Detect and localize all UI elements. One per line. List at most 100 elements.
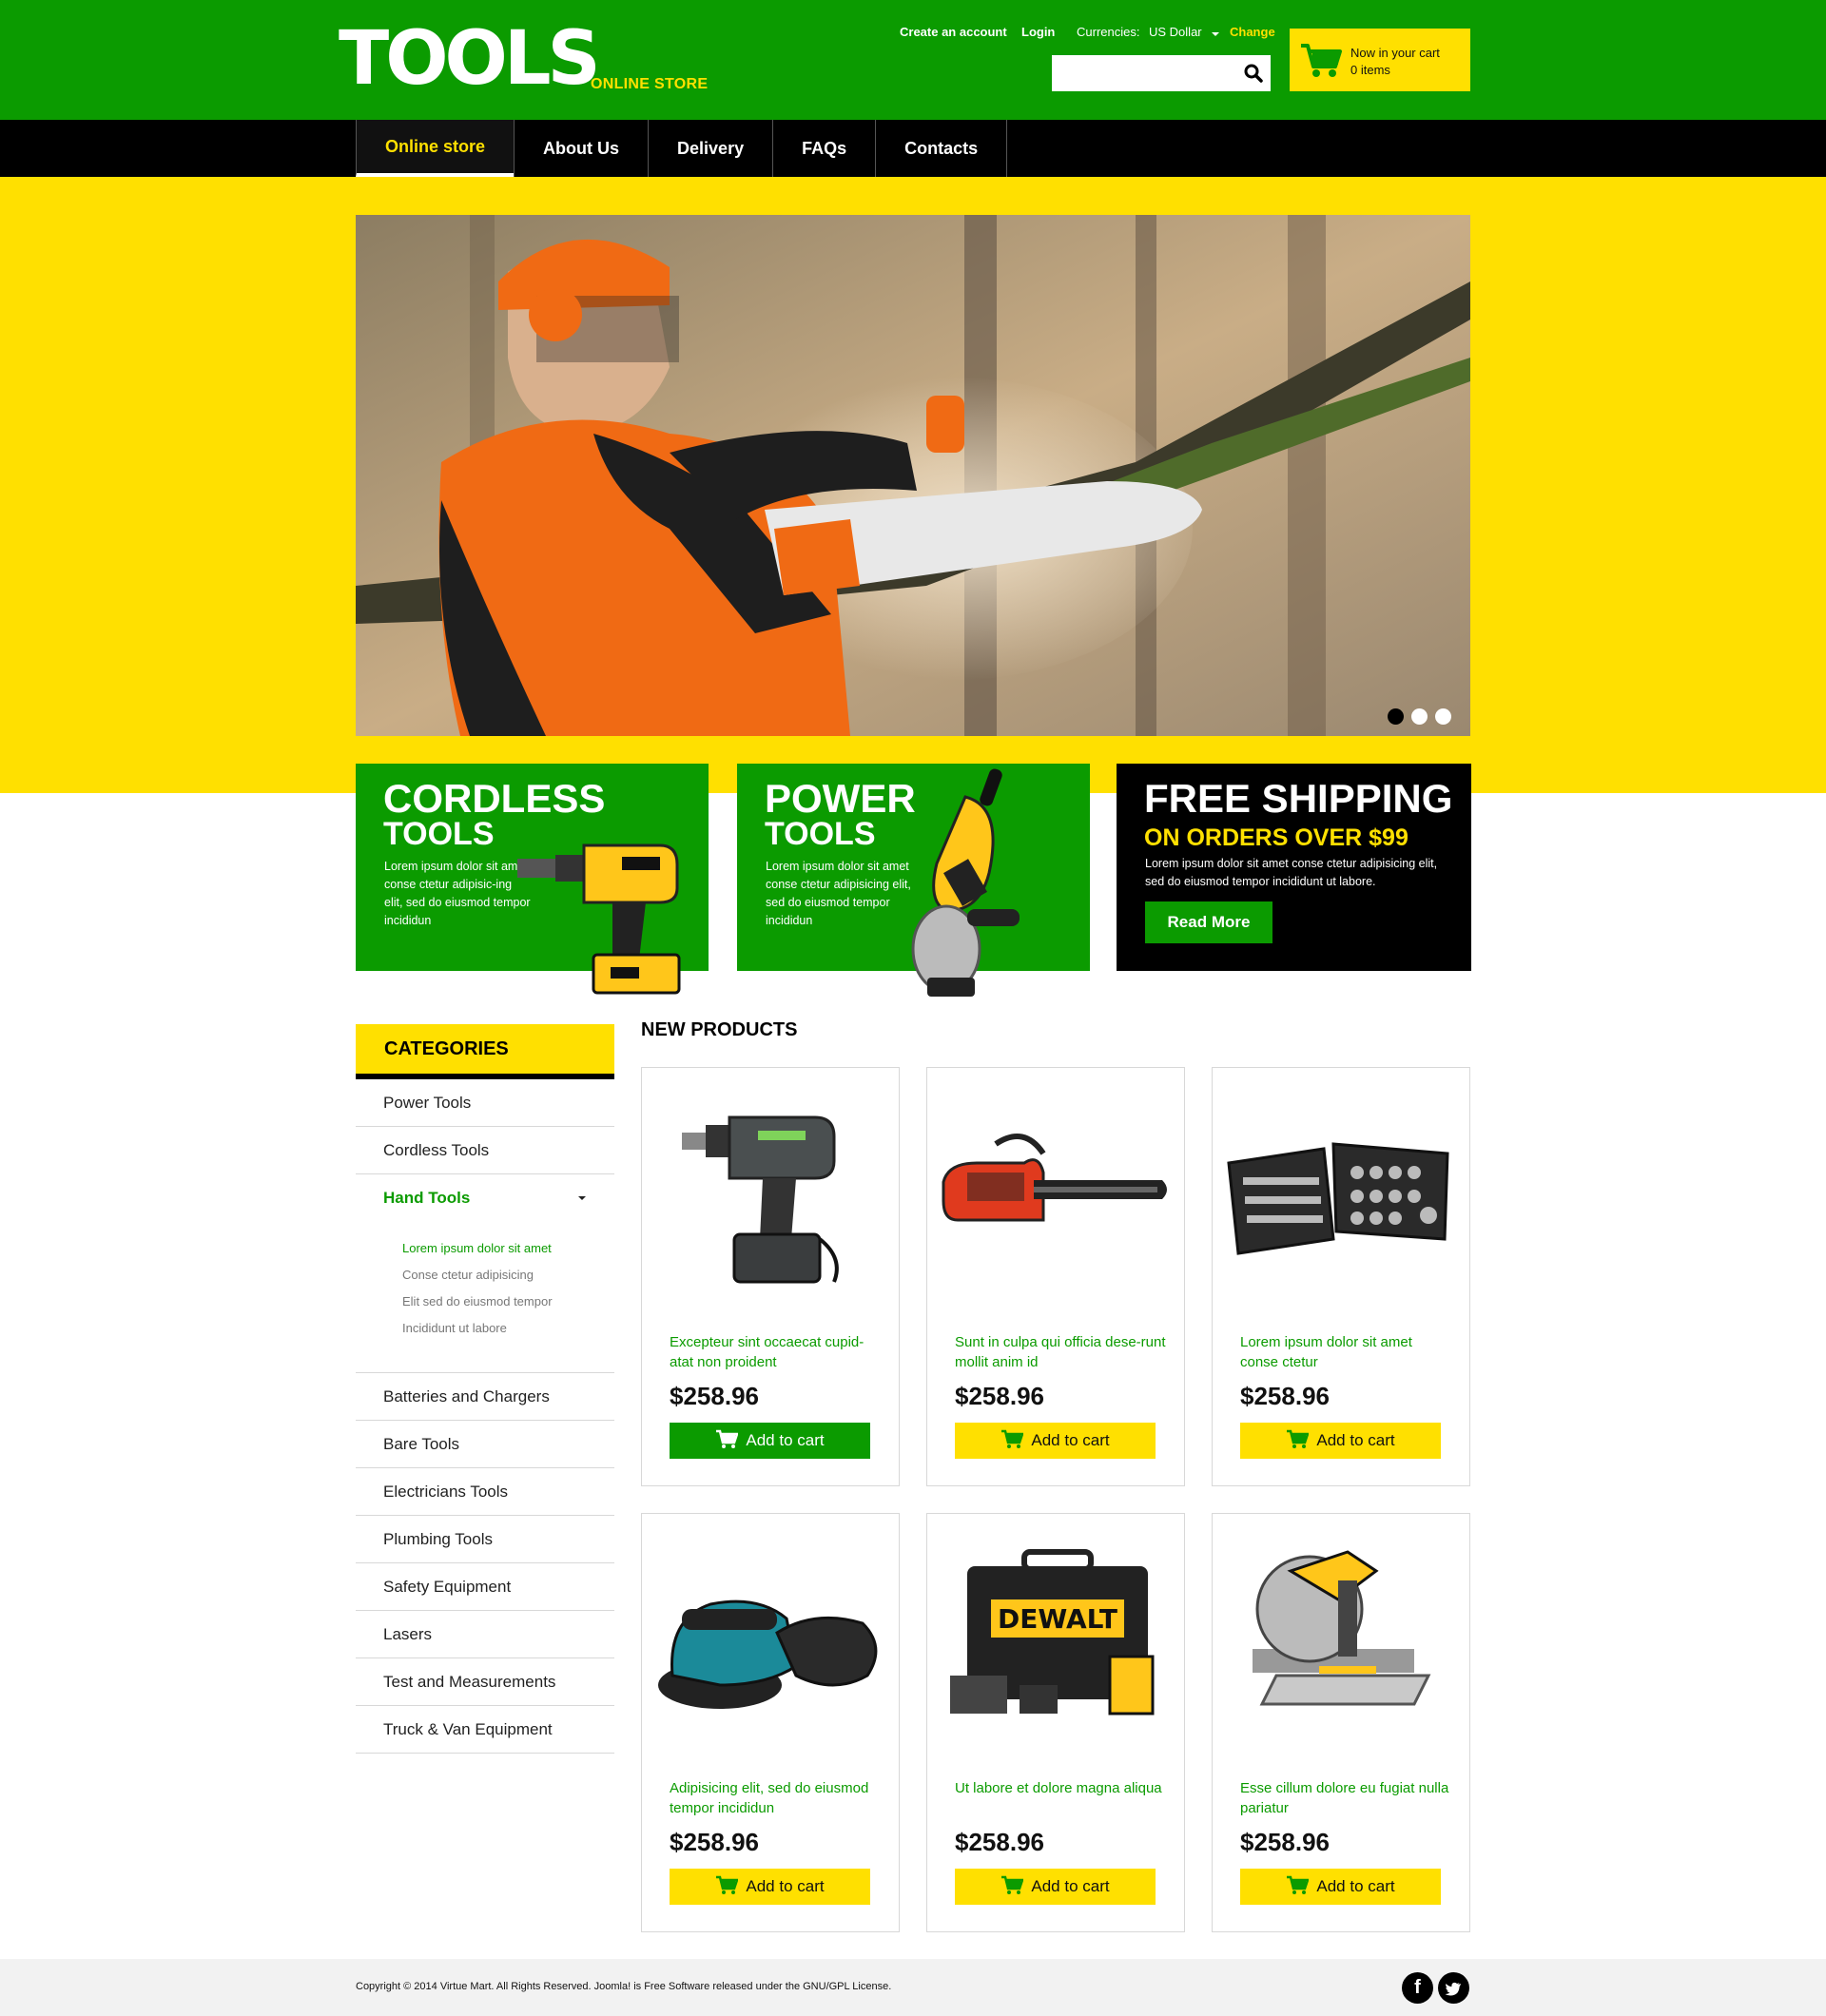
slider-dot[interactable] xyxy=(1435,708,1451,725)
slider-dot[interactable] xyxy=(1411,708,1428,725)
currency-select[interactable]: US Dollar xyxy=(1149,25,1202,39)
facebook-icon[interactable]: f xyxy=(1402,1972,1433,2004)
promo-subtitle: TOOLS xyxy=(383,816,495,852)
category-item-hand-tools[interactable]: Hand Tools xyxy=(356,1174,614,1222)
product-card: Esse cillum dolore eu fugiat nulla paria… xyxy=(1212,1513,1470,1932)
nav-item-delivery[interactable]: Delivery xyxy=(648,120,772,177)
category-item[interactable]: Electricians Tools xyxy=(356,1468,614,1516)
search-box xyxy=(1052,55,1271,91)
promo-title: FREE SHIPPING xyxy=(1144,776,1453,821)
add-to-cart-button[interactable]: Add to cart xyxy=(1240,1423,1441,1459)
logo-subtitle: ONLINE STORE xyxy=(591,76,709,92)
product-card: Lorem ipsum dolor sit amet conse ctetur … xyxy=(1212,1067,1470,1486)
add-to-cart-label: Add to cart xyxy=(746,1877,825,1895)
miter-saw-icon[interactable] xyxy=(1224,1542,1460,1742)
category-item[interactable]: Test and Measurements xyxy=(356,1658,614,1706)
add-to-cart-button[interactable]: Add to cart xyxy=(670,1423,870,1459)
add-to-cart-button[interactable]: Add to cart xyxy=(955,1423,1156,1459)
cart-label: Now in your cart xyxy=(1350,46,1440,60)
add-to-cart-button[interactable]: Add to cart xyxy=(670,1869,870,1905)
cart-widget[interactable]: Now in your cart 0 items xyxy=(1290,29,1470,91)
product-name[interactable]: Esse cillum dolore eu fugiat nulla paria… xyxy=(1240,1778,1454,1818)
currencies-label: Currencies: xyxy=(1077,25,1140,39)
main-nav: Online store About Us Delivery FAQs Cont… xyxy=(0,120,1826,177)
product-name[interactable]: Ut labore et dolore magna aliqua xyxy=(955,1778,1169,1798)
promo-text: Lorem ipsum dolor sit amet conse ctetur … xyxy=(384,860,531,927)
subcategory-item[interactable]: Conse ctetur adipisicing xyxy=(402,1262,614,1289)
add-to-cart-button[interactable]: Add to cart xyxy=(955,1869,1156,1905)
category-item[interactable]: Lasers xyxy=(356,1611,614,1658)
cart-count: 0 items xyxy=(1350,63,1390,77)
promo-subtitle: ON ORDERS OVER $99 xyxy=(1144,824,1408,851)
nav-item-about-us[interactable]: About Us xyxy=(514,120,648,177)
add-to-cart-label: Add to cart xyxy=(746,1431,825,1449)
cart-icon xyxy=(1001,1875,1024,1894)
product-name[interactable]: Sunt in culpa qui officia dese-runt moll… xyxy=(955,1332,1169,1372)
slide-image xyxy=(356,215,1470,736)
sander-icon[interactable] xyxy=(653,1542,889,1742)
slider-dots xyxy=(1388,708,1451,725)
product-name[interactable]: Lorem ipsum dolor sit amet conse ctetur xyxy=(1240,1332,1454,1372)
new-products-title: NEW PRODUCTS xyxy=(641,1019,798,1040)
drill-case-icon[interactable]: DEWALT xyxy=(939,1542,1175,1742)
promo-cordless-tools[interactable]: CORDLESS TOOLS Lorem ipsum dolor sit ame… xyxy=(356,764,709,995)
promo-text: Lorem ipsum dolor sit amet conse ctetur … xyxy=(766,860,911,927)
angle-grinder-icon xyxy=(911,768,1020,997)
add-to-cart-button[interactable]: Add to cart xyxy=(1240,1869,1441,1905)
category-item[interactable]: Plumbing Tools xyxy=(356,1516,614,1563)
promo-power-tools[interactable]: POWER TOOLS Lorem ipsum dolor sit amet c… xyxy=(737,764,1090,997)
category-item[interactable]: Safety Equipment xyxy=(356,1563,614,1611)
chevron-down-icon[interactable] xyxy=(578,1196,586,1200)
nav-item-online-store[interactable]: Online store xyxy=(356,120,515,177)
product-card: Sunt in culpa qui officia dese-runt moll… xyxy=(926,1067,1185,1486)
product-name[interactable]: Excepteur sint occaecat cupid-atat non p… xyxy=(670,1332,884,1372)
subcategory-item[interactable]: Elit sed do eiusmod tempor xyxy=(402,1289,614,1315)
login-link[interactable]: Login xyxy=(1021,25,1055,39)
product-price: $258.96 xyxy=(1240,1382,1330,1410)
subcategory-item[interactable]: Lorem ipsum dolor sit amet xyxy=(402,1235,614,1262)
copyright-text: Copyright © 2014 Virtue Mart. All Rights… xyxy=(356,1981,892,1992)
search-input[interactable] xyxy=(1052,55,1233,91)
cart-icon xyxy=(716,1429,739,1448)
create-account-link[interactable]: Create an account xyxy=(900,25,1007,39)
product-card: Adipisicing elit, sed do eiusmod tempor … xyxy=(641,1513,900,1932)
nav-item-faqs[interactable]: FAQs xyxy=(772,120,875,177)
hero-slider[interactable] xyxy=(356,215,1470,736)
chainsaw-icon[interactable] xyxy=(939,1096,1175,1296)
subcategory-item[interactable]: Incididunt ut labore xyxy=(402,1315,614,1342)
category-item[interactable]: Bare Tools xyxy=(356,1421,614,1468)
category-item[interactable]: Cordless Tools xyxy=(356,1127,614,1174)
read-more-button[interactable]: Read More xyxy=(1145,901,1272,943)
chevron-down-icon[interactable] xyxy=(1212,32,1219,36)
category-item[interactable]: Truck & Van Equipment xyxy=(356,1706,614,1754)
add-to-cart-label: Add to cart xyxy=(1316,1877,1395,1895)
cart-summary: Now in your cart 0 items xyxy=(1350,45,1440,79)
product-price: $258.96 xyxy=(670,1828,759,1856)
subcategory-list: Lorem ipsum dolor sit amet Conse ctetur … xyxy=(356,1222,614,1373)
product-card: DEWALT Ut labore et dolore magna aliqua … xyxy=(926,1513,1185,1932)
change-currency-button[interactable]: Change xyxy=(1230,25,1275,39)
cart-icon xyxy=(1001,1429,1024,1448)
cart-icon xyxy=(716,1875,739,1894)
slider-dot[interactable] xyxy=(1388,708,1404,725)
categories-title: CATEGORIES xyxy=(384,1038,509,1059)
footer: Copyright © 2014 Virtue Mart. All Rights… xyxy=(0,1959,1826,2016)
twitter-icon[interactable] xyxy=(1438,1972,1469,2004)
socket-set-icon[interactable] xyxy=(1224,1096,1460,1296)
search-icon[interactable] xyxy=(1244,64,1263,83)
cart-icon xyxy=(1287,1875,1310,1894)
product-price: $258.96 xyxy=(955,1828,1044,1856)
product-price: $258.96 xyxy=(1240,1828,1330,1856)
logo-text: TOOLS xyxy=(339,16,601,102)
product-name[interactable]: Adipisicing elit, sed do eiusmod tempor … xyxy=(670,1778,884,1818)
product-price: $258.96 xyxy=(670,1382,759,1410)
nav-item-contacts[interactable]: Contacts xyxy=(875,120,1008,177)
category-list: Power Tools Cordless Tools Hand Tools Lo… xyxy=(356,1079,614,1754)
category-item[interactable]: Batteries and Chargers xyxy=(356,1373,614,1421)
category-item[interactable]: Power Tools xyxy=(356,1079,614,1127)
promo-title: POWER xyxy=(765,776,916,821)
logo[interactable]: TOOLS ONLINE STORE xyxy=(339,16,708,102)
case-brand-label: DEWALT xyxy=(998,1603,1117,1635)
drill-icon[interactable] xyxy=(653,1096,889,1296)
add-to-cart-label: Add to cart xyxy=(1031,1877,1110,1895)
